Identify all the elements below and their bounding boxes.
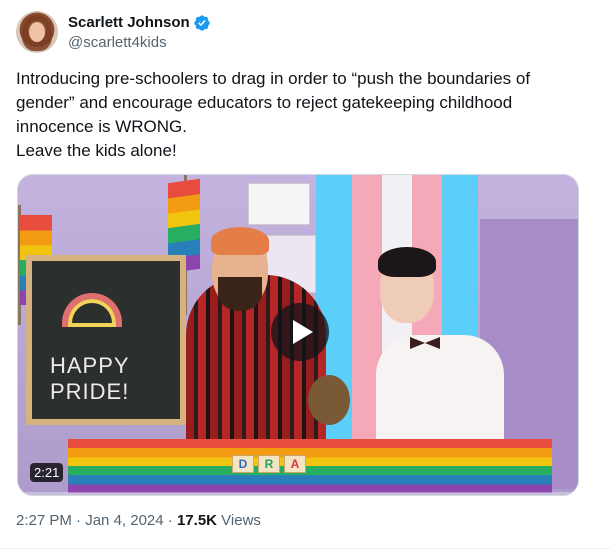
letter-blocks: D R A bbox=[232, 455, 306, 473]
video-duration: 2:21 bbox=[30, 463, 64, 482]
person-left-beard bbox=[218, 277, 262, 311]
divider bbox=[0, 548, 611, 549]
play-button[interactable] bbox=[271, 303, 329, 361]
tweet-meta: 2:27 PM · Jan 4, 2024 · 17.5K Views bbox=[16, 512, 261, 529]
meta-separator: · bbox=[71, 512, 86, 529]
person-right-hair bbox=[378, 247, 436, 277]
views-count: 17.5K bbox=[176, 512, 217, 529]
chalk-rainbow bbox=[62, 293, 122, 327]
tweet-header: Scarlett Johnson @scarlett4kids bbox=[16, 10, 211, 54]
tweet: Scarlett Johnson @scarlett4kids Introduc… bbox=[0, 0, 611, 550]
avatar[interactable] bbox=[16, 11, 58, 53]
letter-block: D bbox=[232, 455, 254, 473]
play-icon bbox=[292, 320, 313, 344]
author-names: Scarlett Johnson @scarlett4kids bbox=[68, 14, 211, 51]
letter-block: R bbox=[258, 455, 280, 473]
verified-badge-icon bbox=[194, 14, 210, 31]
chalkboard: HAPPY PRIDE! bbox=[26, 255, 186, 425]
person-right bbox=[376, 335, 504, 455]
person-left-hair bbox=[211, 227, 269, 255]
teddy-bear bbox=[308, 375, 350, 425]
handle[interactable]: @scarlett4kids bbox=[68, 34, 211, 51]
views-label: Views bbox=[217, 512, 261, 529]
letter-block: A bbox=[284, 455, 306, 473]
name-row: Scarlett Johnson bbox=[68, 14, 211, 32]
tweet-date[interactable]: Jan 4, 2024 bbox=[85, 512, 163, 529]
video-player[interactable]: HAPPY PRIDE! D R A 2:21 bbox=[17, 174, 579, 496]
video-progress-bar[interactable] bbox=[18, 492, 578, 495]
rainbow-table bbox=[68, 439, 552, 493]
display-name[interactable]: Scarlett Johnson bbox=[68, 14, 190, 31]
chalkboard-text: HAPPY PRIDE! bbox=[50, 353, 130, 404]
rainbow-drawing bbox=[248, 183, 310, 225]
meta-separator: · bbox=[163, 512, 177, 529]
tweet-time[interactable]: 2:27 PM bbox=[16, 512, 72, 529]
tweet-text: Introducing pre-schoolers to drag in ord… bbox=[16, 69, 531, 160]
avatar-face bbox=[29, 22, 45, 42]
